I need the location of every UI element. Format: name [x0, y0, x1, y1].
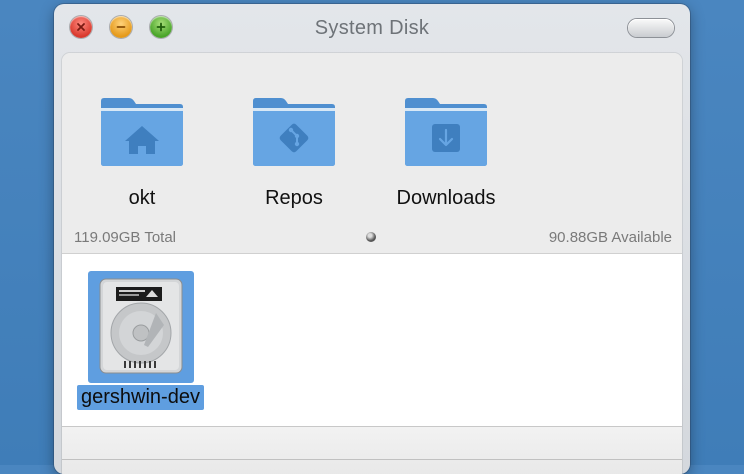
title-bar[interactable]: System Disk — [54, 4, 690, 50]
place-item-repos[interactable]: Repos — [224, 97, 364, 210]
window-content: okt Repos Downloads 119.09GB Total 90.88… — [62, 53, 682, 474]
places-bar: okt Repos Downloads 119.09GB Total 90.88… — [62, 53, 682, 254]
place-item-home[interactable]: okt — [72, 97, 212, 210]
downloads-folder-icon — [405, 98, 487, 166]
file-item-gershwin-dev[interactable]: gershwin-dev — [72, 271, 209, 410]
window-title: System Disk — [314, 17, 430, 39]
place-label: Repos — [265, 187, 323, 209]
place-label: okt — [128, 187, 156, 209]
hard-disk-icon — [99, 278, 182, 374]
disk-available-label: 90.88GB Available — [548, 229, 672, 246]
status-footer — [62, 426, 682, 474]
progress-spinner-icon — [366, 232, 376, 242]
file-item-label: gershwin-dev — [77, 385, 204, 410]
divider — [62, 459, 682, 460]
toolbar-toggle-button[interactable] — [628, 19, 674, 37]
git-folder-icon — [253, 98, 335, 166]
selection-highlight — [87, 271, 194, 383]
disk-total-label: 119.09GB Total — [74, 229, 177, 246]
place-label: Downloads — [396, 187, 496, 209]
place-item-downloads[interactable]: Downloads — [376, 97, 516, 210]
file-view[interactable]: gershwin-dev — [62, 254, 682, 426]
home-folder-icon — [101, 98, 183, 166]
finder-window: System Disk okt Repos Downloads 119.09GB… — [54, 4, 690, 474]
